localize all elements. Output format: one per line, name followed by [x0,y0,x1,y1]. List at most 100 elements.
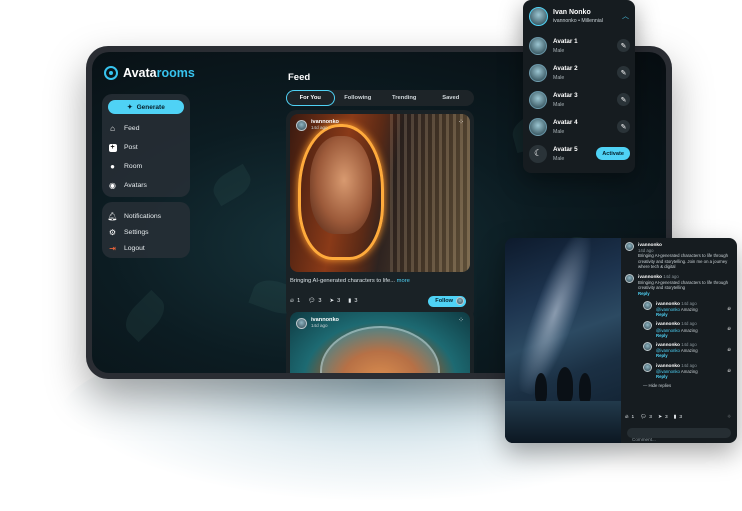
avatar-list-item[interactable]: Avatar 2 Male ✎ [529,59,630,86]
post-time: 14d ago [311,323,328,328]
comment-reply: ivannonko 14d ago @ivannonko Amazing Reply… [643,321,731,338]
home-icon: ⌂ [110,124,115,133]
gear-icon: ⚙ [108,227,117,237]
edit-icon[interactable]: ✎ [617,39,630,52]
avatar [643,300,652,310]
tab-trending[interactable]: Trending [381,90,428,106]
flame-icon[interactable]: 🔥︎ [727,368,731,374]
page-title: Feed [288,72,311,83]
edit-icon[interactable]: ✎ [617,120,630,133]
comment-reply: ivannonko 14d ago @ivannonko Amazing Reply… [643,300,731,318]
avatar [643,342,652,352]
avatar [529,90,547,109]
hide-replies-link[interactable]: — Hide replies [643,383,731,388]
avatar [456,297,464,305]
flame-icon[interactable]: 🔥︎ [727,306,731,312]
reply-link[interactable]: Reply [656,374,668,379]
sidebar-secondary: 🔔︎ Notifications ⚙ Settings ⇥ Logout [102,202,190,258]
reply-link[interactable]: Reply [638,291,650,296]
comment-icon: 💬︎ [640,414,647,420]
flame-icon: 🔥︎ [290,297,295,304]
logout-icon: ⇥ [109,243,116,253]
avatar [625,242,634,251]
sidebar-item-settings[interactable]: ⚙ Settings [108,224,184,240]
post-author[interactable]: ivannonko 14d ago [296,317,339,329]
activate-button[interactable]: Activate [596,147,630,160]
moon-icon: ☾ [529,144,547,163]
tree [579,373,591,403]
sidebar-item-notifications[interactable]: 🔔︎ Notifications [107,208,184,224]
comment: ivannonko 14d ago Bringing AI-generated … [625,274,731,296]
avatar-list-item[interactable]: Avatar 1 Male ✎ [529,32,630,59]
sidebar-item-room[interactable]: ● Room [108,157,184,176]
post-detail-actions: 🔥︎ 1 💬︎ 3 ➤ 3 ▮ 3 ⁘ [625,414,731,421]
comment-reply: ivannonko 14d ago @ivannonko Amazing Reply… [643,362,731,380]
reply-link[interactable]: Reply [656,312,668,317]
more-options-icon[interactable]: ⁘ [458,316,464,324]
comment-input-container [627,428,731,443]
account-name: Ivan Nonko [553,8,591,16]
avatar-list-item[interactable]: Avatar 3 Male ✎ [529,86,630,113]
comment-button[interactable]: 💬︎ 3 [640,415,652,420]
brand-name: Avatarooms [123,66,195,80]
send-icon: ➤ [329,298,335,304]
user-circle-icon: ◉ [109,181,116,190]
avatar-list-item[interactable]: Avatar 4 Male ✎ [529,113,630,140]
user-icon: ● [110,162,115,171]
chevron-up-icon[interactable]: ︿ [622,11,629,21]
tab-following[interactable]: Following [335,90,382,106]
tree [535,373,547,403]
avatar [296,119,307,131]
sidebar-item-logout[interactable]: ⇥ Logout [108,240,184,256]
tab-for-you[interactable]: For You [286,90,335,106]
tree [557,367,573,403]
feed-post: ivannonko 14d ago ⁘ [286,308,474,373]
comment-reply: ivannonko 14d ago @ivannonko Amazing Reply… [643,342,731,359]
more-link[interactable]: more [397,278,410,284]
comment-icon: 💬︎ [308,298,316,304]
account-switcher: Ivan Nonko ivannonko • Millennial ︿ Avat… [523,0,635,173]
share-button[interactable]: ➤ 3 [329,298,340,304]
brand-logo[interactable]: Avatarooms [104,66,195,80]
logo-icon [104,66,118,80]
more-options-icon[interactable]: ⁘ [727,415,731,420]
avatar-list-item[interactable]: ☾ Avatar 5 Male Activate [529,140,630,167]
share-button[interactable]: ➤ 3 [658,415,668,420]
sidebar-item-avatars[interactable]: ◉ Avatars [108,176,184,195]
save-button[interactable]: ▮ 3 [674,415,682,420]
avatar [529,63,547,82]
more-options-icon[interactable]: ⁘ [458,118,464,126]
like-button[interactable]: 🔥︎ 1 [290,298,300,305]
reply-link[interactable]: Reply [656,333,668,338]
reply-link[interactable]: Reply [656,353,668,358]
tab-saved[interactable]: Saved [428,90,475,106]
comment-input[interactable] [627,434,731,443]
account-header[interactable]: Ivan Nonko ivannonko • Millennial ︿ [523,0,635,32]
post-detail-modal: ivannonko 14d ago Bringing AI-generated … [505,238,737,443]
post-detail-image[interactable] [505,238,621,443]
comment-button[interactable]: 💬︎ 3 [308,298,321,304]
avatar [529,6,548,26]
edit-icon[interactable]: ✎ [617,66,630,79]
sidebar-nav: ✦ Generate ⌂ Feed + Post ● Room ◉ Avatar… [102,94,190,197]
flame-icon[interactable]: 🔥︎ [727,347,731,353]
edit-icon[interactable]: ✎ [617,93,630,106]
save-button[interactable]: ▮ 3 [348,298,357,304]
flame-icon[interactable]: 🔥︎ [727,326,731,332]
post-caption: Bringing AI-generated characters to life… [290,278,410,284]
follow-button[interactable]: Follow [428,295,466,307]
post-image[interactable] [290,114,470,272]
light-blinds [390,114,470,272]
bookmark-icon: ▮ [348,298,352,304]
bookmark-icon: ▮ [673,414,677,420]
sidebar-item-post[interactable]: + Post [108,138,184,157]
avatar [643,321,652,331]
sidebar-item-feed[interactable]: ⌂ Feed [108,119,184,138]
post-description: ivannonko 14d ago Bringing AI-generated … [625,242,731,269]
feed-post: ivannonko 14d ago ⁘ Bringing AI-generate… [286,110,474,320]
comments-panel: ivannonko 14d ago Bringing AI-generated … [625,242,731,443]
send-icon: ➤ [657,414,662,420]
generate-button[interactable]: ✦ Generate [108,100,184,114]
post-author[interactable]: ivannonko 14d ago [296,119,339,131]
like-button[interactable]: 🔥︎ 1 [625,414,634,421]
